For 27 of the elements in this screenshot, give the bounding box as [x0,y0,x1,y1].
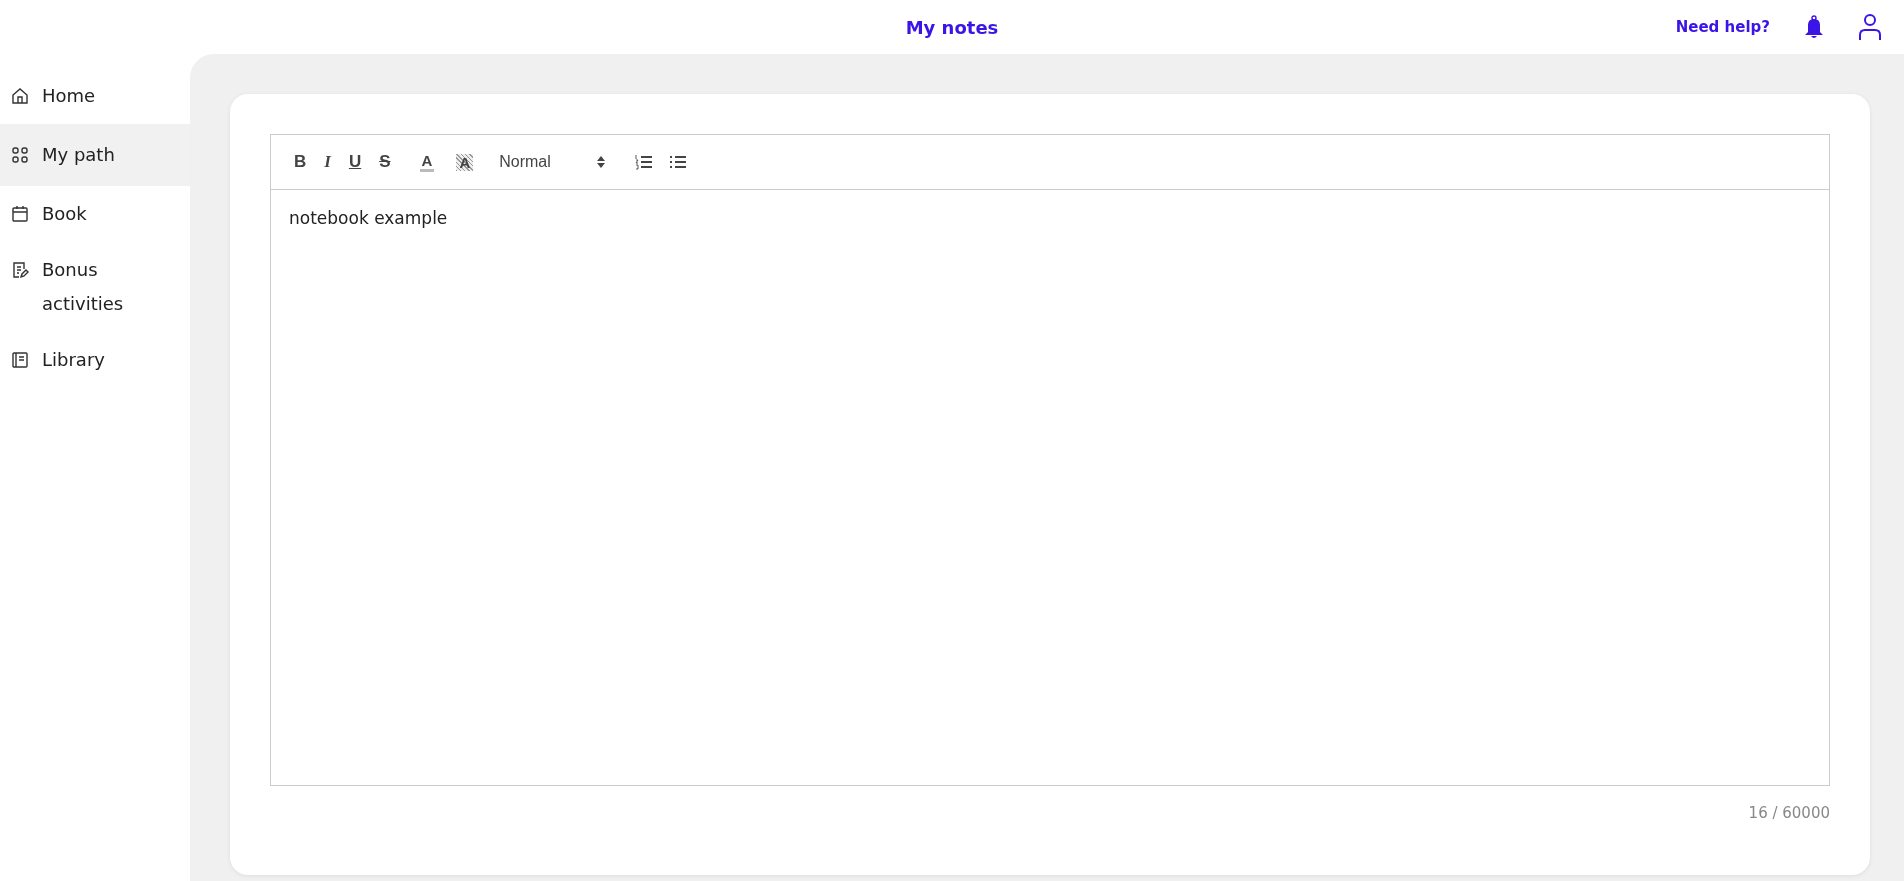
up-down-caret-icon [597,156,606,168]
text-size-dropdown[interactable]: Normal [497,151,608,173]
user-icon[interactable] [1858,13,1882,41]
sidebar-item[interactable]: Bonus activities [0,242,190,332]
text-editor[interactable]: B I U S A A Normal notebook example [270,134,1830,786]
character-counter: 16 / 60000 [1748,804,1830,822]
italic-button[interactable]: I [317,150,338,174]
sidebar-item[interactable]: My path [0,124,190,186]
book-icon [10,204,30,224]
page-title: My notes [905,16,999,38]
highlight-color-button[interactable]: A [456,153,474,171]
text-color-button[interactable]: A [419,152,435,172]
bold-button[interactable]: B [287,150,314,174]
bullet-list-icon [669,154,688,170]
bonus-icon [10,260,30,280]
path-icon [10,145,30,165]
sidebar-item[interactable]: Library [0,332,190,388]
underline-button[interactable]: U [341,150,369,174]
help-link[interactable]: Need help? [1675,18,1770,36]
editor-text: notebook example [288,207,449,230]
numbered-list-icon [635,154,654,170]
strikethrough-button[interactable]: S [372,150,398,174]
library-icon [10,350,30,370]
sidebar-item[interactable]: Book [0,186,190,242]
home-icon [10,86,30,106]
sidebar-item[interactable]: Home [0,68,190,124]
bell-icon[interactable] [1804,15,1824,39]
